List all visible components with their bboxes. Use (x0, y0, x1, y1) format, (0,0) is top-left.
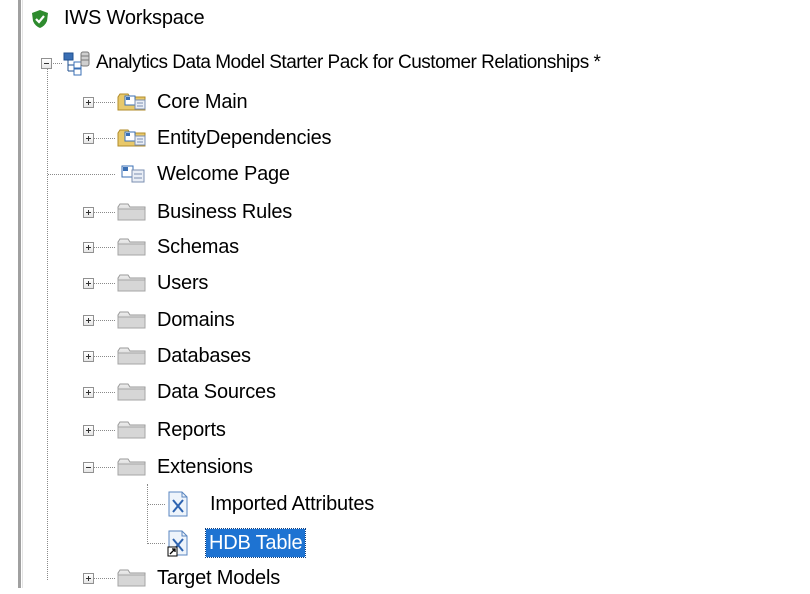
folder-icon (117, 420, 147, 446)
tree-item-schemas[interactable]: Schemas (0, 232, 400, 262)
extension-doc-shortcut-icon (167, 530, 191, 564)
tree-item-label: Target Models (157, 567, 281, 589)
folder-icon (117, 237, 147, 263)
expand-toggle[interactable] (83, 207, 94, 218)
expand-toggle[interactable] (83, 278, 94, 289)
tree-item-label: EntityDependencies (157, 127, 332, 149)
tree-project[interactable]: Analytics Data Model Starter Pack for Cu… (0, 48, 810, 78)
folder-icon (117, 310, 147, 336)
tree-item-label-selected: HDB Table (204, 528, 307, 558)
tree-item-label: Welcome Page (157, 163, 290, 185)
tree-project-label: Analytics Data Model Starter Pack for Cu… (96, 52, 601, 73)
tree-item-label: Users (157, 272, 209, 294)
tree-item-label: Schemas (157, 236, 239, 258)
shield-check-icon (30, 9, 50, 35)
diagram-page-icon (121, 164, 147, 190)
tree-item-label: Business Rules (157, 201, 293, 223)
collapse-toggle[interactable] (83, 462, 94, 473)
tree-root-label: IWS Workspace (64, 7, 205, 29)
expand-toggle[interactable] (83, 425, 94, 436)
tree-item-hdb-table[interactable]: HDB Table (0, 528, 450, 558)
tree-item-target-models[interactable]: Target Models (0, 563, 400, 593)
tree-item-extensions[interactable]: Extensions (0, 452, 400, 482)
model-tree-icon (62, 51, 90, 83)
folder-icon (117, 202, 147, 228)
tree-item-core-main[interactable]: Core Main (0, 87, 400, 117)
extension-doc-icon (167, 491, 189, 523)
tree-item-users[interactable]: Users (0, 268, 400, 298)
folder-icon (117, 568, 147, 594)
tree-item-label: Imported Attributes (210, 493, 375, 515)
tree-item-entity-dependencies[interactable]: EntityDependencies (0, 123, 400, 153)
folder-icon (117, 382, 147, 408)
tree-item-label: Core Main (157, 91, 248, 113)
expand-toggle[interactable] (83, 133, 94, 144)
folder-icon (117, 346, 147, 372)
diagram-folder-icon (117, 128, 147, 154)
expand-toggle[interactable] (83, 315, 94, 326)
expand-toggle[interactable] (83, 387, 94, 398)
tree-item-label: Reports (157, 419, 226, 441)
tree-item-business-rules[interactable]: Business Rules (0, 197, 400, 227)
tree-item-label: Domains (157, 309, 235, 331)
tree-item-imported-attributes[interactable]: Imported Attributes (0, 489, 450, 519)
expand-toggle[interactable] (83, 242, 94, 253)
tree-item-welcome-page[interactable]: Welcome Page (0, 159, 400, 189)
tree-root[interactable]: IWS Workspace (0, 3, 400, 33)
expand-toggle[interactable] (83, 97, 94, 108)
tree-item-label: Databases (157, 345, 251, 367)
tree-item-label: Data Sources (157, 381, 276, 403)
folder-icon (117, 457, 147, 483)
collapse-toggle[interactable] (41, 58, 52, 69)
tree-item-data-sources[interactable]: Data Sources (0, 377, 400, 407)
expand-toggle[interactable] (83, 351, 94, 362)
tree-item-reports[interactable]: Reports (0, 415, 400, 445)
tree-item-label: Extensions (157, 456, 253, 478)
folder-icon (117, 273, 147, 299)
diagram-folder-icon (117, 92, 147, 118)
expand-toggle[interactable] (83, 573, 94, 584)
tree-item-domains[interactable]: Domains (0, 305, 400, 335)
tree-item-databases[interactable]: Databases (0, 341, 400, 371)
